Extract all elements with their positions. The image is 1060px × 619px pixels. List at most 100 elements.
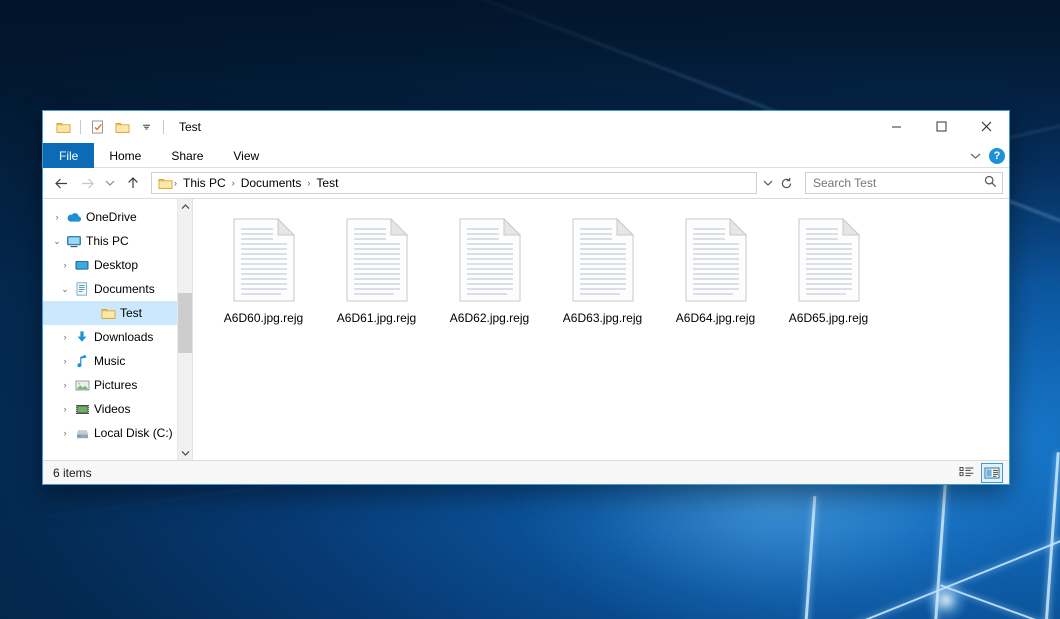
title-bar: Test xyxy=(43,111,1009,143)
window-controls xyxy=(874,111,1009,142)
downloads-arrow-icon xyxy=(73,330,91,344)
sidebar-item-label: Downloads xyxy=(91,330,153,344)
minimize-button[interactable] xyxy=(874,111,919,142)
chevron-right-icon[interactable]: › xyxy=(57,332,73,342)
breadcrumb-test[interactable]: Test xyxy=(311,176,343,190)
scroll-down-arrow-icon[interactable] xyxy=(178,445,192,460)
sidebar-item-videos[interactable]: › Videos xyxy=(43,397,192,421)
breadcrumb: › This PC › Documents › Test xyxy=(156,176,754,190)
scroll-up-arrow-icon[interactable] xyxy=(178,199,192,214)
sidebar-item-label: Local Disk (C:) xyxy=(91,426,173,440)
breadcrumb-documents[interactable]: Documents xyxy=(236,176,307,190)
sidebar-item-music[interactable]: › Music xyxy=(43,349,192,373)
recent-locations-button[interactable] xyxy=(101,171,119,195)
breadcrumb-folder-icon[interactable] xyxy=(156,177,173,190)
windows-logo-light xyxy=(748,470,1060,619)
generic-file-icon xyxy=(341,217,413,303)
up-button[interactable] xyxy=(121,171,145,195)
chevron-right-icon[interactable]: › xyxy=(57,260,73,270)
list-item[interactable]: A6D60.jpg.rejg xyxy=(207,213,320,331)
folder-icon xyxy=(99,307,117,320)
chevron-right-icon[interactable]: › xyxy=(57,404,73,414)
list-item[interactable]: A6D64.jpg.rejg xyxy=(659,213,772,331)
navigation-pane-scrollbar[interactable] xyxy=(177,199,192,460)
scrollbar-track[interactable] xyxy=(178,214,192,445)
sidebar-item-pictures[interactable]: › Pictures xyxy=(43,373,192,397)
tab-view[interactable]: View xyxy=(218,143,274,168)
desktop-icon xyxy=(73,259,91,272)
chevron-right-icon[interactable]: › xyxy=(49,212,65,222)
sidebar-item-this-pc[interactable]: ⌄ This PC xyxy=(43,229,192,253)
close-button[interactable] xyxy=(964,111,1009,142)
sidebar-item-label: Desktop xyxy=(91,258,138,272)
generic-file-icon xyxy=(793,217,865,303)
breadcrumb-bar[interactable]: › This PC › Documents › Test xyxy=(151,172,757,194)
list-item[interactable]: A6D63.jpg.rejg xyxy=(546,213,659,331)
chevron-right-icon[interactable]: › xyxy=(57,428,73,438)
sidebar-item-label: Videos xyxy=(91,402,130,416)
address-bar: › This PC › Documents › Test xyxy=(43,168,1009,198)
search-icon[interactable] xyxy=(984,175,997,191)
forward-button[interactable] xyxy=(75,171,99,195)
chevron-down-icon[interactable] xyxy=(136,117,156,137)
tab-home[interactable]: Home xyxy=(94,143,156,168)
maximize-button[interactable] xyxy=(919,111,964,142)
sidebar-item-downloads[interactable]: › Downloads xyxy=(43,325,192,349)
sidebar-item-onedrive[interactable]: › OneDrive xyxy=(43,205,192,229)
file-name-label: A6D64.jpg.rejg xyxy=(676,311,755,325)
quick-access-toolbar xyxy=(43,117,167,137)
sidebar-item-label: OneDrive xyxy=(83,210,137,224)
expand-ribbon-chevron-icon[interactable] xyxy=(970,149,981,163)
list-item[interactable]: A6D65.jpg.rejg xyxy=(772,213,885,331)
sidebar-item-label: Documents xyxy=(91,282,155,296)
file-name-label: A6D61.jpg.rejg xyxy=(337,311,416,325)
list-item[interactable]: A6D61.jpg.rejg xyxy=(320,213,433,331)
generic-file-icon xyxy=(567,217,639,303)
file-name-label: A6D65.jpg.rejg xyxy=(789,311,868,325)
documents-icon xyxy=(73,282,91,296)
this-pc-monitor-icon xyxy=(65,235,83,248)
ribbon-tab-bar: File Home Share View ? xyxy=(43,143,1009,168)
chevron-down-icon[interactable]: ⌄ xyxy=(57,284,73,295)
window-title: Test xyxy=(179,120,201,134)
search-input[interactable] xyxy=(813,176,984,190)
sidebar-item-desktop[interactable]: › Desktop xyxy=(43,253,192,277)
chevron-right-icon[interactable]: › xyxy=(57,356,73,366)
large-icons-view-button[interactable] xyxy=(981,463,1003,483)
sidebar-item-label: Test xyxy=(117,306,142,320)
tab-file[interactable]: File xyxy=(43,143,94,168)
sidebar-item-local-disk-c[interactable]: › Local Disk (C:) xyxy=(43,421,192,445)
folder-tree: › OneDrive ⌄ xyxy=(43,199,192,445)
item-count-label: 6 items xyxy=(53,466,956,480)
breadcrumb-this-pc[interactable]: This PC xyxy=(178,176,231,190)
navigation-pane: › OneDrive ⌄ xyxy=(43,199,193,460)
file-list-pane[interactable]: A6D60.jpg.rejg A6D61.j xyxy=(193,199,1009,460)
new-folder-icon[interactable] xyxy=(112,117,132,137)
videos-film-icon xyxy=(73,403,91,416)
scrollbar-thumb[interactable] xyxy=(178,293,192,353)
search-box[interactable] xyxy=(805,172,1003,194)
list-item[interactable]: A6D62.jpg.rejg xyxy=(433,213,546,331)
address-dropdown-icon[interactable] xyxy=(759,173,776,193)
details-view-button[interactable] xyxy=(956,463,978,483)
file-explorer-window: Test File Home Share View xyxy=(42,110,1010,485)
generic-file-icon xyxy=(228,217,300,303)
folder-icon[interactable] xyxy=(53,117,73,137)
sidebar-item-label: This PC xyxy=(83,234,129,248)
desktop: Test File Home Share View xyxy=(0,0,1060,619)
refresh-icon[interactable] xyxy=(778,173,795,193)
sidebar-item-documents[interactable]: ⌄ Documents xyxy=(43,277,192,301)
sidebar-item-test[interactable]: Test xyxy=(43,301,192,325)
chevron-right-icon[interactable]: › xyxy=(57,380,73,390)
tab-share[interactable]: Share xyxy=(156,143,218,168)
hard-disk-icon xyxy=(73,427,91,440)
generic-file-icon xyxy=(454,217,526,303)
properties-icon[interactable] xyxy=(88,117,108,137)
chevron-down-icon[interactable]: ⌄ xyxy=(49,236,65,247)
ribbon-right-controls: ? xyxy=(970,143,1005,168)
back-button[interactable] xyxy=(49,171,73,195)
file-grid: A6D60.jpg.rejg A6D61.j xyxy=(193,199,1009,331)
explorer-body: › OneDrive ⌄ xyxy=(43,198,1009,460)
toolbar-separator xyxy=(80,120,81,134)
help-icon[interactable]: ? xyxy=(989,148,1005,164)
